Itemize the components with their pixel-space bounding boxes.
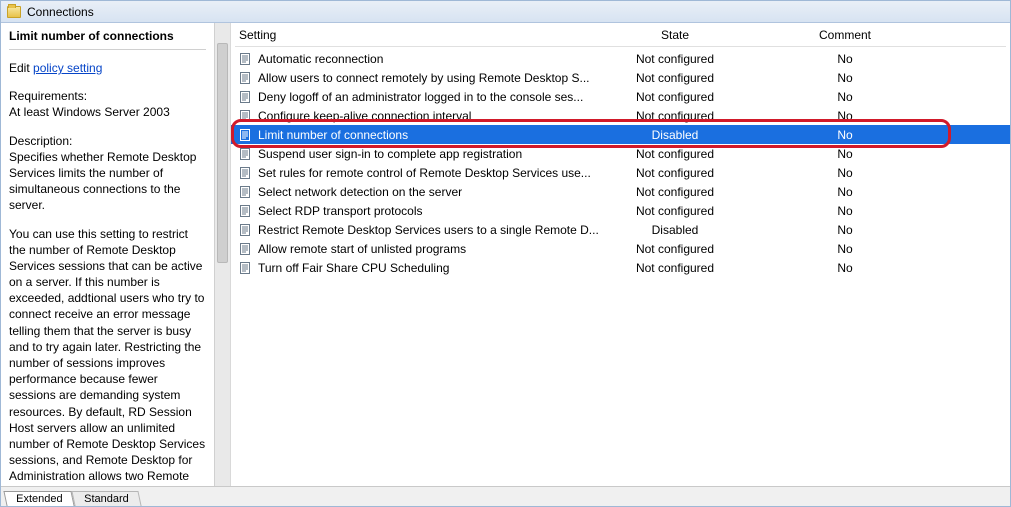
folder-icon — [7, 6, 21, 18]
cell-state: Not configured — [605, 52, 745, 66]
cell-setting: Turn off Fair Share CPU Scheduling — [235, 261, 605, 275]
cell-comment: No — [745, 223, 945, 237]
cell-comment: No — [745, 166, 945, 180]
policy-row[interactable]: Suspend user sign-in to complete app reg… — [231, 144, 1010, 163]
description-label: Description: — [9, 133, 206, 149]
policy-row[interactable]: Allow users to connect remotely by using… — [231, 68, 1010, 87]
cell-state: Disabled — [605, 223, 745, 237]
policy-row[interactable]: Set rules for remote control of Remote D… — [231, 163, 1010, 182]
cell-state: Not configured — [605, 185, 745, 199]
policy-row[interactable]: Select network detection on the server No… — [231, 182, 1010, 201]
cell-state: Disabled — [605, 128, 745, 142]
cell-comment: No — [745, 52, 945, 66]
policy-row[interactable]: Automatic reconnection Not configuredNo — [231, 49, 1010, 68]
column-header-setting[interactable]: Setting — [235, 28, 605, 42]
edit-prefix: Edit — [9, 61, 33, 75]
policy-icon — [239, 166, 253, 180]
setting-label: Deny logoff of an administrator logged i… — [258, 90, 583, 104]
content-area: Limit number of connections Edit policy … — [1, 23, 1010, 486]
cell-setting: Restrict Remote Desktop Services users t… — [235, 223, 605, 237]
policy-row[interactable]: Turn off Fair Share CPU Scheduling Not co… — [231, 258, 1010, 277]
policy-icon — [239, 128, 253, 142]
cell-comment: No — [745, 185, 945, 199]
policy-icon — [239, 242, 253, 256]
column-headers: Setting State Comment — [231, 23, 1010, 47]
setting-label: Allow remote start of unlisted programs — [258, 242, 466, 256]
scrollbar-thumb[interactable] — [217, 43, 228, 263]
list-area: Setting State Comment Automatic reconnec… — [231, 23, 1010, 486]
details-heading: Limit number of connections — [9, 29, 206, 50]
policy-row[interactable]: Deny logoff of an administrator logged i… — [231, 87, 1010, 106]
cell-comment: No — [745, 109, 945, 123]
setting-label: Allow users to connect remotely by using… — [258, 71, 589, 85]
cell-setting: Set rules for remote control of Remote D… — [235, 166, 605, 180]
setting-label: Automatic reconnection — [258, 52, 383, 66]
details-pane: Limit number of connections Edit policy … — [1, 23, 215, 486]
policy-row[interactable]: Allow remote start of unlisted programs N… — [231, 239, 1010, 258]
header-separator — [235, 46, 1006, 47]
cell-comment: No — [745, 71, 945, 85]
cell-setting: Suspend user sign-in to complete app reg… — [235, 147, 605, 161]
setting-label: Suspend user sign-in to complete app reg… — [258, 147, 522, 161]
setting-label: Select RDP transport protocols — [258, 204, 423, 218]
cell-comment: No — [745, 204, 945, 218]
setting-label: Set rules for remote control of Remote D… — [258, 166, 591, 180]
tab-standard[interactable]: Standard — [72, 491, 142, 506]
policy-icon — [239, 185, 253, 199]
cell-setting: Select RDP transport protocols — [235, 204, 605, 218]
window-title: Connections — [27, 5, 94, 19]
policy-icon — [239, 52, 253, 66]
policy-list-pane: Setting State Comment Automatic reconnec… — [215, 23, 1010, 486]
cell-state: Not configured — [605, 166, 745, 180]
cell-setting: Configure keep-alive connection interval — [235, 109, 605, 123]
policy-row[interactable]: Restrict Remote Desktop Services users t… — [231, 220, 1010, 239]
cell-comment: No — [745, 147, 945, 161]
policy-icon — [239, 90, 253, 104]
tab-extended[interactable]: Extended — [3, 491, 75, 506]
description-body: Specifies whether Remote Desktop Service… — [9, 149, 206, 485]
policy-row[interactable]: Limit number of connections DisabledNo — [231, 125, 1010, 144]
cell-comment: No — [745, 128, 945, 142]
edit-policy-line: Edit policy setting — [9, 60, 206, 76]
cell-setting: Deny logoff of an administrator logged i… — [235, 90, 605, 104]
setting-label: Select network detection on the server — [258, 185, 462, 199]
scrollbar-vertical[interactable] — [215, 23, 231, 486]
policy-icon — [239, 147, 253, 161]
details-body: Edit policy setting Requirements: At lea… — [9, 60, 206, 486]
edit-policy-link[interactable]: policy setting — [33, 61, 102, 75]
policy-icon — [239, 109, 253, 123]
setting-label: Turn off Fair Share CPU Scheduling — [258, 261, 449, 275]
cell-state: Not configured — [605, 242, 745, 256]
cell-state: Not configured — [605, 71, 745, 85]
cell-comment: No — [745, 242, 945, 256]
cell-setting: Select network detection on the server — [235, 185, 605, 199]
setting-label: Configure keep-alive connection interval — [258, 109, 471, 123]
cell-state: Not configured — [605, 90, 745, 104]
policy-icon — [239, 223, 253, 237]
cell-state: Not configured — [605, 204, 745, 218]
cell-setting: Limit number of connections — [235, 128, 605, 142]
setting-label: Limit number of connections — [258, 128, 408, 142]
rows-container: Automatic reconnectionNot configuredNoAl… — [231, 47, 1010, 277]
requirements-label: Requirements: — [9, 88, 206, 104]
column-header-comment[interactable]: Comment — [745, 28, 945, 42]
cell-state: Not configured — [605, 261, 745, 275]
cell-setting: Allow remote start of unlisted programs — [235, 242, 605, 256]
policy-icon — [239, 204, 253, 218]
cell-comment: No — [745, 90, 945, 104]
policy-icon — [239, 71, 253, 85]
cell-state: Not configured — [605, 109, 745, 123]
cell-state: Not configured — [605, 147, 745, 161]
cell-setting: Allow users to connect remotely by using… — [235, 71, 605, 85]
cell-comment: No — [745, 261, 945, 275]
setting-label: Restrict Remote Desktop Services users t… — [258, 223, 599, 237]
titlebar: Connections — [1, 1, 1010, 23]
policy-row[interactable]: Select RDP transport protocols Not config… — [231, 201, 1010, 220]
policy-row[interactable]: Configure keep-alive connection interval… — [231, 106, 1010, 125]
tabstrip: Extended Standard — [1, 486, 1010, 506]
policy-icon — [239, 261, 253, 275]
cell-setting: Automatic reconnection — [235, 52, 605, 66]
column-header-state[interactable]: State — [605, 28, 745, 42]
requirements-value: At least Windows Server 2003 — [9, 104, 206, 120]
